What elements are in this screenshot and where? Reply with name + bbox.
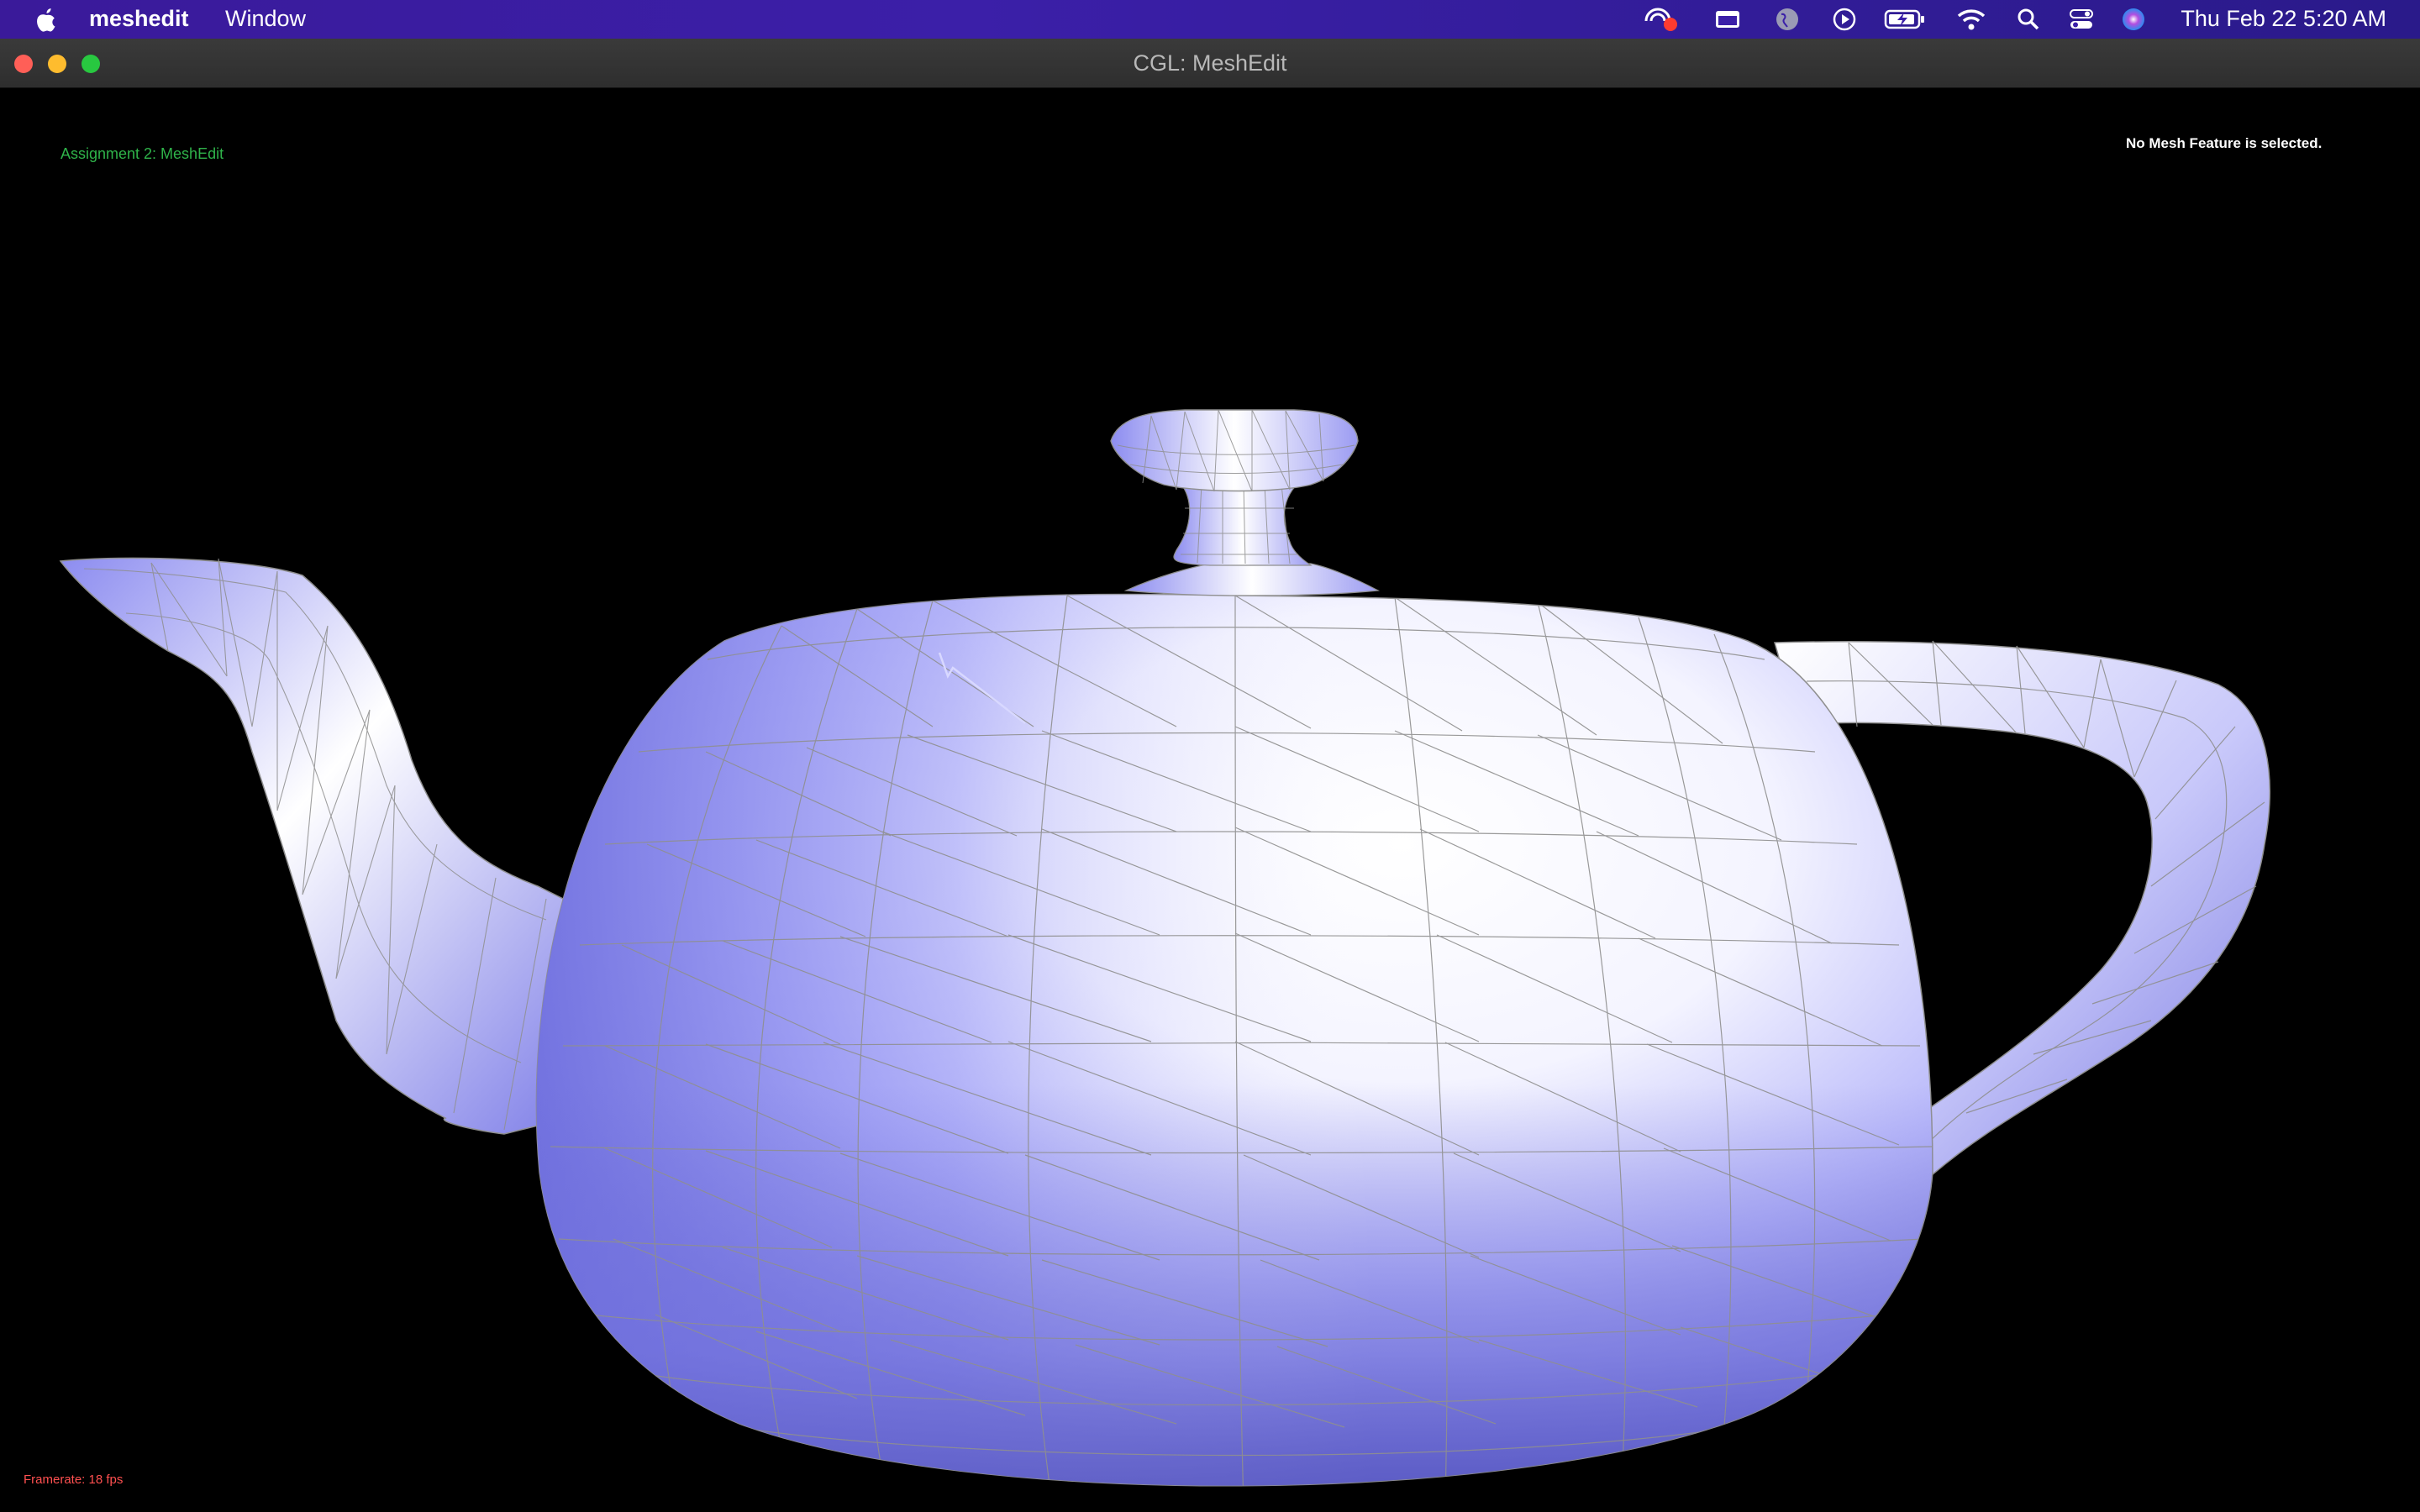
siri-icon[interactable]	[2121, 7, 2146, 32]
hud-framerate: Framerate: 18 fps	[24, 1473, 124, 1487]
teapot-mesh[interactable]	[0, 88, 2420, 1512]
globe-icon[interactable]	[1775, 7, 1800, 32]
wifi-icon[interactable]	[1956, 7, 1986, 32]
mesh-viewport[interactable]: Assignment 2: MeshEdit No Mesh Feature i…	[0, 88, 2420, 1512]
window-menu[interactable]: Window	[225, 6, 306, 32]
app-name-menu[interactable]: meshedit	[89, 6, 189, 32]
control-center-icon[interactable]	[2069, 7, 2094, 32]
media-icon[interactable]	[1714, 7, 1741, 32]
teapot-lid-knob-stem	[1173, 482, 1313, 566]
menubar-clock[interactable]: Thu Feb 22 5:20 AM	[2181, 6, 2386, 32]
menu-bar: meshedit Window Thu Feb 22 5:20 AM	[0, 0, 2420, 39]
battery-charging-icon[interactable]	[1884, 7, 1926, 32]
screen-recording-icon[interactable]	[1643, 7, 1680, 32]
apple-menu-icon[interactable]	[34, 5, 59, 34]
search-icon[interactable]	[2017, 7, 2040, 32]
hud-selection-status: No Mesh Feature is selected.	[2126, 135, 2323, 151]
hud-assignment-title: Assignment 2: MeshEdit	[60, 145, 224, 162]
teapot-lid-base	[1123, 563, 1381, 596]
play-circle-icon[interactable]	[1832, 7, 1857, 32]
teapot-spout	[59, 557, 572, 1135]
window-title-bar[interactable]: CGL: MeshEdit	[0, 39, 2420, 88]
window-title: CGL: MeshEdit	[1133, 50, 1287, 76]
